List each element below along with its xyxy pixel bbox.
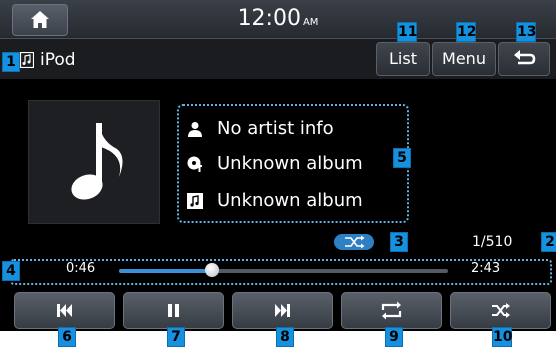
back-button[interactable]	[498, 42, 550, 76]
track-info-panel: No artist info Unknown album Unknown alb…	[177, 104, 409, 223]
pause-icon	[168, 304, 179, 317]
shuffle-status-badge	[334, 234, 374, 250]
title-text: Unknown album	[217, 190, 363, 211]
album-disc-icon	[187, 156, 202, 172]
song-icon	[187, 193, 203, 209]
clock-ampm: AM	[302, 17, 319, 28]
callout-2: 2	[541, 232, 556, 252]
repeat-icon	[381, 301, 402, 320]
callout-7: 7	[167, 327, 185, 347]
next-icon	[275, 304, 290, 317]
album-art	[28, 100, 160, 224]
callout-12: 12	[456, 22, 477, 42]
callout-1: 1	[2, 52, 20, 72]
person-icon	[188, 122, 202, 137]
artist-text: No artist info	[217, 118, 334, 139]
repeat-button[interactable]	[341, 292, 442, 329]
source-label: iPod	[40, 50, 76, 70]
clock-time: 12:00	[237, 6, 301, 31]
menu-button[interactable]: Menu	[432, 42, 496, 76]
track-counter: 1/510	[472, 234, 513, 250]
elapsed-time: 0:46	[66, 261, 96, 276]
callout-3: 3	[390, 232, 408, 252]
callout-11: 11	[397, 22, 418, 42]
pause-button[interactable]	[123, 292, 224, 329]
callout-10: 10	[492, 327, 513, 347]
callout-5: 5	[393, 148, 411, 168]
next-button[interactable]	[232, 292, 333, 329]
callout-8: 8	[276, 327, 294, 347]
shuffle-icon	[492, 303, 510, 318]
seek-fill	[119, 269, 212, 273]
media-screen: 12:00 AM iPod List Menu No artist info U…	[0, 0, 556, 331]
callout-9: 9	[385, 327, 403, 347]
music-note-icon	[20, 52, 34, 68]
shuffle-button[interactable]	[450, 292, 551, 329]
music-note-icon	[71, 123, 123, 200]
album-text: Unknown album	[217, 153, 363, 174]
seek-handle[interactable]	[204, 263, 219, 277]
previous-button[interactable]	[14, 292, 115, 329]
total-time: 2:43	[471, 261, 501, 276]
shuffle-icon	[345, 235, 365, 249]
callout-6: 6	[58, 327, 76, 347]
callout-4: 4	[2, 261, 20, 281]
back-icon	[514, 50, 536, 65]
callout-13: 13	[516, 22, 537, 42]
previous-icon	[57, 304, 72, 317]
list-button[interactable]: List	[376, 42, 430, 76]
seek-track[interactable]	[119, 263, 448, 277]
